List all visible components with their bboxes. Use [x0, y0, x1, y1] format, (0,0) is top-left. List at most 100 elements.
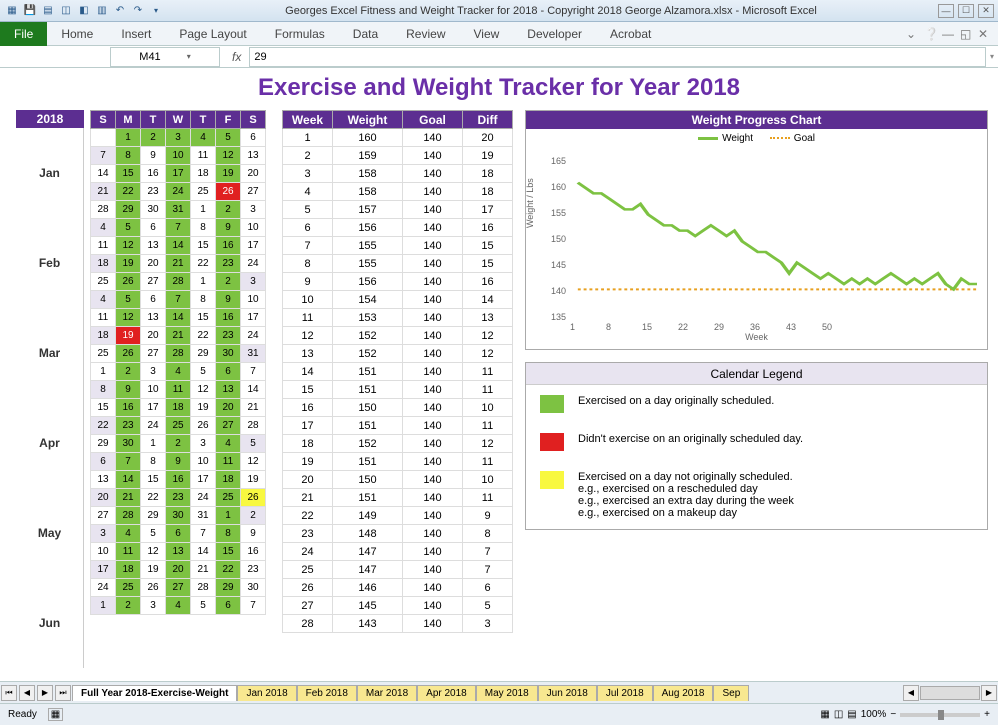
name-box[interactable]: M41▾ — [110, 47, 220, 67]
week-cell[interactable]: 23 — [283, 525, 333, 543]
tab-nav-last[interactable]: ⏭ — [55, 685, 71, 701]
calendar-cell[interactable]: 20 — [91, 489, 116, 507]
week-cell[interactable]: 140 — [403, 561, 463, 579]
week-cell[interactable]: 146 — [333, 579, 403, 597]
week-cell[interactable]: 156 — [333, 273, 403, 291]
week-cell[interactable]: 18 — [463, 165, 513, 183]
week-cell[interactable]: 15 — [463, 255, 513, 273]
week-cell[interactable]: 155 — [333, 237, 403, 255]
calendar-cell[interactable]: 18 — [191, 165, 216, 183]
week-cell[interactable]: 147 — [333, 561, 403, 579]
calendar-cell[interactable]: 29 — [116, 201, 141, 219]
calendar-cell[interactable]: 12 — [116, 309, 141, 327]
calendar-cell[interactable]: 9 — [116, 381, 141, 399]
calendar-cell[interactable]: 15 — [91, 399, 116, 417]
ribbon-tab-data[interactable]: Data — [339, 23, 392, 45]
week-cell[interactable]: 147 — [333, 543, 403, 561]
week-cell[interactable]: 7 — [463, 543, 513, 561]
week-cell[interactable]: 140 — [403, 183, 463, 201]
week-cell[interactable]: 154 — [333, 291, 403, 309]
week-cell[interactable]: 22 — [283, 507, 333, 525]
week-cell[interactable]: 6 — [463, 579, 513, 597]
calendar-cell[interactable]: 4 — [216, 435, 241, 453]
calendar-cell[interactable]: 3 — [141, 597, 166, 615]
calendar-cell[interactable]: 22 — [141, 489, 166, 507]
calendar-cell[interactable]: 25 — [191, 183, 216, 201]
ribbon-tab-page-layout[interactable]: Page Layout — [165, 23, 260, 45]
calendar-cell[interactable]: 18 — [216, 471, 241, 489]
calendar-cell[interactable]: 4 — [116, 525, 141, 543]
calendar-cell[interactable]: 8 — [116, 147, 141, 165]
calendar-cell[interactable]: 30 — [241, 579, 266, 597]
calendar-cell[interactable]: 12 — [116, 237, 141, 255]
week-cell[interactable]: 140 — [403, 597, 463, 615]
calendar-cell[interactable]: 21 — [116, 489, 141, 507]
calendar-cell[interactable]: 22 — [191, 327, 216, 345]
calendar-cell[interactable]: 3 — [191, 435, 216, 453]
file-tab[interactable]: File — [0, 22, 47, 46]
week-cell[interactable]: 24 — [283, 543, 333, 561]
calendar-cell[interactable]: 24 — [241, 327, 266, 345]
week-cell[interactable]: 140 — [403, 273, 463, 291]
calendar-cell[interactable]: 3 — [141, 363, 166, 381]
week-cell[interactable]: 9 — [463, 507, 513, 525]
week-cell[interactable]: 158 — [333, 183, 403, 201]
undo-icon[interactable]: ↶ — [112, 3, 128, 19]
calendar-cell[interactable]: 25 — [116, 579, 141, 597]
calendar-cell[interactable]: 9 — [216, 291, 241, 309]
calendar-cell[interactable]: 4 — [166, 597, 191, 615]
calendar-cell[interactable]: 22 — [191, 255, 216, 273]
week-cell[interactable]: 26 — [283, 579, 333, 597]
week-cell[interactable]: 9 — [283, 273, 333, 291]
ribbon-tab-home[interactable]: Home — [47, 23, 107, 45]
calendar-cell[interactable]: 15 — [216, 543, 241, 561]
week-cell[interactable]: 140 — [403, 255, 463, 273]
calendar-cell[interactable]: 31 — [191, 507, 216, 525]
calendar-cell[interactable]: 30 — [166, 507, 191, 525]
calendar-cell[interactable]: 2 — [216, 273, 241, 291]
calendar-cell[interactable]: 16 — [166, 471, 191, 489]
week-cell[interactable]: 13 — [283, 345, 333, 363]
week-cell[interactable]: 3 — [463, 615, 513, 633]
week-cell[interactable]: 151 — [333, 417, 403, 435]
week-cell[interactable]: 140 — [403, 129, 463, 147]
calendar-cell[interactable]: 7 — [241, 597, 266, 615]
calendar-cell[interactable]: 30 — [116, 435, 141, 453]
calendar-cell[interactable]: 1 — [191, 273, 216, 291]
calendar-cell[interactable]: 15 — [116, 165, 141, 183]
calendar-cell[interactable]: 6 — [141, 219, 166, 237]
ribbon-tab-review[interactable]: Review — [392, 23, 459, 45]
week-cell[interactable]: 21 — [283, 489, 333, 507]
calendar-cell[interactable]: 22 — [91, 417, 116, 435]
week-cell[interactable]: 151 — [333, 381, 403, 399]
calendar-cell[interactable]: 30 — [141, 201, 166, 219]
week-cell[interactable]: 140 — [403, 291, 463, 309]
calendar-cell[interactable]: 17 — [191, 471, 216, 489]
week-cell[interactable]: 19 — [283, 453, 333, 471]
calendar-cell[interactable]: 28 — [241, 417, 266, 435]
calendar-cell[interactable]: 21 — [166, 255, 191, 273]
week-cell[interactable]: 17 — [463, 201, 513, 219]
calendar-cell[interactable]: 13 — [91, 471, 116, 489]
week-cell[interactable]: 140 — [403, 363, 463, 381]
calendar-cell[interactable]: 28 — [166, 345, 191, 363]
week-cell[interactable]: 140 — [403, 147, 463, 165]
calendar-cell[interactable]: 24 — [241, 255, 266, 273]
calendar-cell[interactable]: 25 — [91, 273, 116, 291]
calendar-cell[interactable]: 11 — [91, 237, 116, 255]
sheet-tab[interactable]: Jun 2018 — [538, 685, 597, 701]
calendar-cell[interactable]: 7 — [91, 147, 116, 165]
zoom-in-button[interactable]: + — [984, 709, 990, 720]
week-cell[interactable]: 152 — [333, 327, 403, 345]
win-close-icon[interactable]: ✕ — [978, 27, 992, 41]
week-cell[interactable]: 152 — [333, 345, 403, 363]
week-cell[interactable]: 6 — [283, 219, 333, 237]
calendar-cell[interactable]: 5 — [216, 129, 241, 147]
week-cell[interactable]: 8 — [463, 525, 513, 543]
calendar-cell[interactable]: 15 — [191, 309, 216, 327]
week-cell[interactable]: 140 — [403, 453, 463, 471]
ribbon-tab-view[interactable]: View — [460, 23, 514, 45]
calendar-cell[interactable]: 24 — [141, 417, 166, 435]
calendar-cell[interactable]: 24 — [91, 579, 116, 597]
calendar-cell[interactable]: 6 — [166, 525, 191, 543]
